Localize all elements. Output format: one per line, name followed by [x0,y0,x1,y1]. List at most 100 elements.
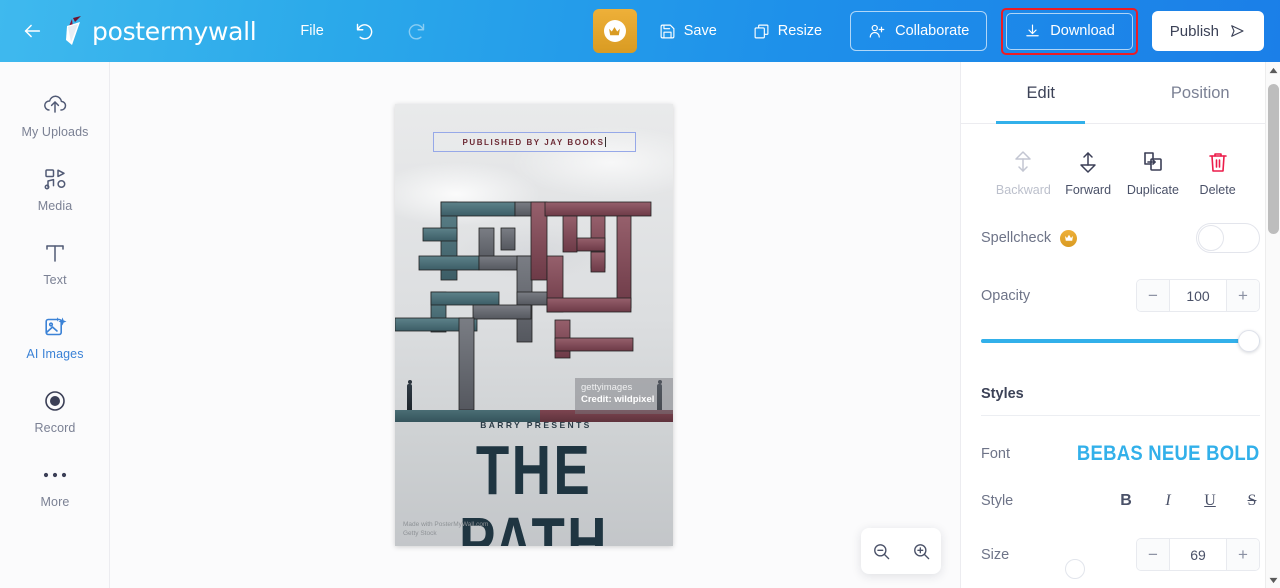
font-value[interactable]: BEBAS NEUE BOLD [1077,442,1260,466]
download-highlight-box: Download [1001,7,1138,55]
save-disk-icon [660,24,675,38]
crown-icon-wrapper [603,20,626,42]
sidebar-item-label: Media [37,198,73,213]
sidebar-item-text[interactable]: Text [0,226,110,300]
left-sidebar: My Uploads Media Text AI Images Record M… [0,62,110,588]
back-button[interactable] [10,9,54,53]
zoom-out-icon [873,543,889,559]
ellipsis-icon [42,462,68,488]
spellcheck-label: Spellcheck [981,230,1052,246]
redo-icon [409,23,425,39]
chevron-down-icon [1269,577,1278,583]
slider-handle[interactable] [1238,330,1260,352]
opacity-label: Opacity [981,287,1031,304]
logo[interactable]: postermywall [58,13,257,49]
sidebar-item-label: My Uploads [21,124,89,139]
top-toolbar: postermywall File Save Resize Collaborat… [0,0,1280,62]
crown-icon [609,26,621,35]
sidebar-item-record[interactable]: Record [0,374,110,448]
sidebar-item-label: AI Images [26,346,84,361]
arrow-left-icon [24,24,41,38]
getty-credit: Credit: wildpixel [581,394,655,405]
bold-button[interactable]: B [1118,492,1134,510]
collaborate-button[interactable]: Collaborate [850,11,988,51]
send-icon [1231,25,1244,37]
delete-button[interactable]: Delete [1185,150,1250,197]
style-row: Style B I U S [981,492,1260,510]
scroll-down-button[interactable] [1266,572,1280,588]
style-label: Style [981,493,1014,509]
spellcheck-premium-badge [1060,229,1078,247]
getty-brand-bold: getty [581,382,602,393]
text-caret [605,137,607,147]
sidebar-item-more[interactable]: More [0,448,110,522]
sidebar-item-label: More [40,494,70,509]
selected-text-element[interactable]: PUBLISHED BY JAY BOOKS [433,132,636,152]
premium-upgrade-button[interactable] [592,9,637,53]
poster-design[interactable]: PUBLISHED BY JAY BOOKS gettyimages Credi… [395,104,673,546]
collaborate-label: Collaborate [895,23,970,39]
opacity-increment-button[interactable]: + [1226,280,1259,311]
footer-line-2: Getty Stock [403,530,437,537]
poster-presents-line[interactable]: BARRY PRESENTS [441,420,631,430]
tab-position[interactable]: Position [1121,62,1280,124]
spellcheck-toggle[interactable] [1196,223,1260,253]
undo-icon [357,23,373,39]
top-toolbar-right-group: Save Resize Collaborate Download Publish [592,0,1280,62]
size-decrement-button[interactable]: − [1137,539,1170,570]
scroll-up-button[interactable] [1266,62,1280,78]
footer-line-1: Made with PosterMyWall.com [403,521,489,528]
underline-button[interactable]: U [1202,492,1218,510]
menu-file[interactable]: File [292,17,331,45]
tab-edit[interactable]: Edit [961,62,1121,124]
italic-button[interactable]: I [1160,492,1176,510]
resize-icon [754,24,769,38]
styles-section-header: Styles [981,386,1260,416]
getty-brand-light: images [601,382,633,393]
size-slider-handle-partial[interactable] [1065,559,1085,579]
size-row: Size − 69 + [981,538,1260,579]
arrow-up-forward-icon [1080,152,1096,173]
download-button[interactable]: Download [1006,12,1133,50]
zoom-in-icon [913,543,929,559]
layer-actions: Backward Forward Duplicate Delete [981,124,1260,197]
save-label: Save [683,23,717,39]
canvas-area[interactable]: PUBLISHED BY JAY BOOKS gettyimages Credi… [110,62,961,588]
save-button[interactable]: Save [645,15,731,48]
opacity-decrement-button[interactable]: − [1137,280,1170,311]
backward-button[interactable]: Backward [991,150,1056,197]
sidebar-item-ai-images[interactable]: AI Images [0,300,110,374]
text-t-icon [43,240,67,266]
strikethrough-button[interactable]: S [1244,492,1260,510]
size-increment-button[interactable]: + [1226,539,1259,570]
media-icon [43,166,68,192]
opacity-value[interactable]: 100 [1170,280,1226,311]
duplicate-icon [1144,152,1162,171]
panel-scrollbar[interactable] [1265,62,1280,588]
size-value[interactable]: 69 [1170,539,1226,570]
styles-section-divider [981,415,1260,416]
publish-button[interactable]: Publish [1151,11,1264,51]
forward-button[interactable]: Forward [1056,150,1121,197]
font-row: Font BEBAS NEUE BOLD [981,442,1260,466]
duplicate-button[interactable]: Duplicate [1121,150,1186,197]
resize-button[interactable]: Resize [739,15,836,48]
postermywall-bird-icon [66,16,81,45]
postermywall-editor: postermywall File Save Resize Collaborat… [0,0,1280,588]
sidebar-item-my-uploads[interactable]: My Uploads [0,78,110,152]
zoom-out-button[interactable] [867,537,895,565]
record-circle-icon [43,388,67,414]
publish-label: Publish [1169,22,1219,40]
opacity-stepper: − 100 + [1136,279,1260,312]
trash-icon [1208,153,1227,172]
redo-button[interactable] [398,12,436,50]
logo-text: postermywall [92,16,257,46]
figure-left [407,380,412,410]
sidebar-item-media[interactable]: Media [0,152,110,226]
panel-body: Backward Forward Duplicate Delete Spellc… [961,124,1280,588]
opacity-row: Opacity − 100 + [981,279,1260,312]
opacity-slider[interactable] [981,330,1260,352]
undo-button[interactable] [346,12,384,50]
scrollbar-thumb[interactable] [1268,84,1279,234]
zoom-in-button[interactable] [907,537,935,565]
